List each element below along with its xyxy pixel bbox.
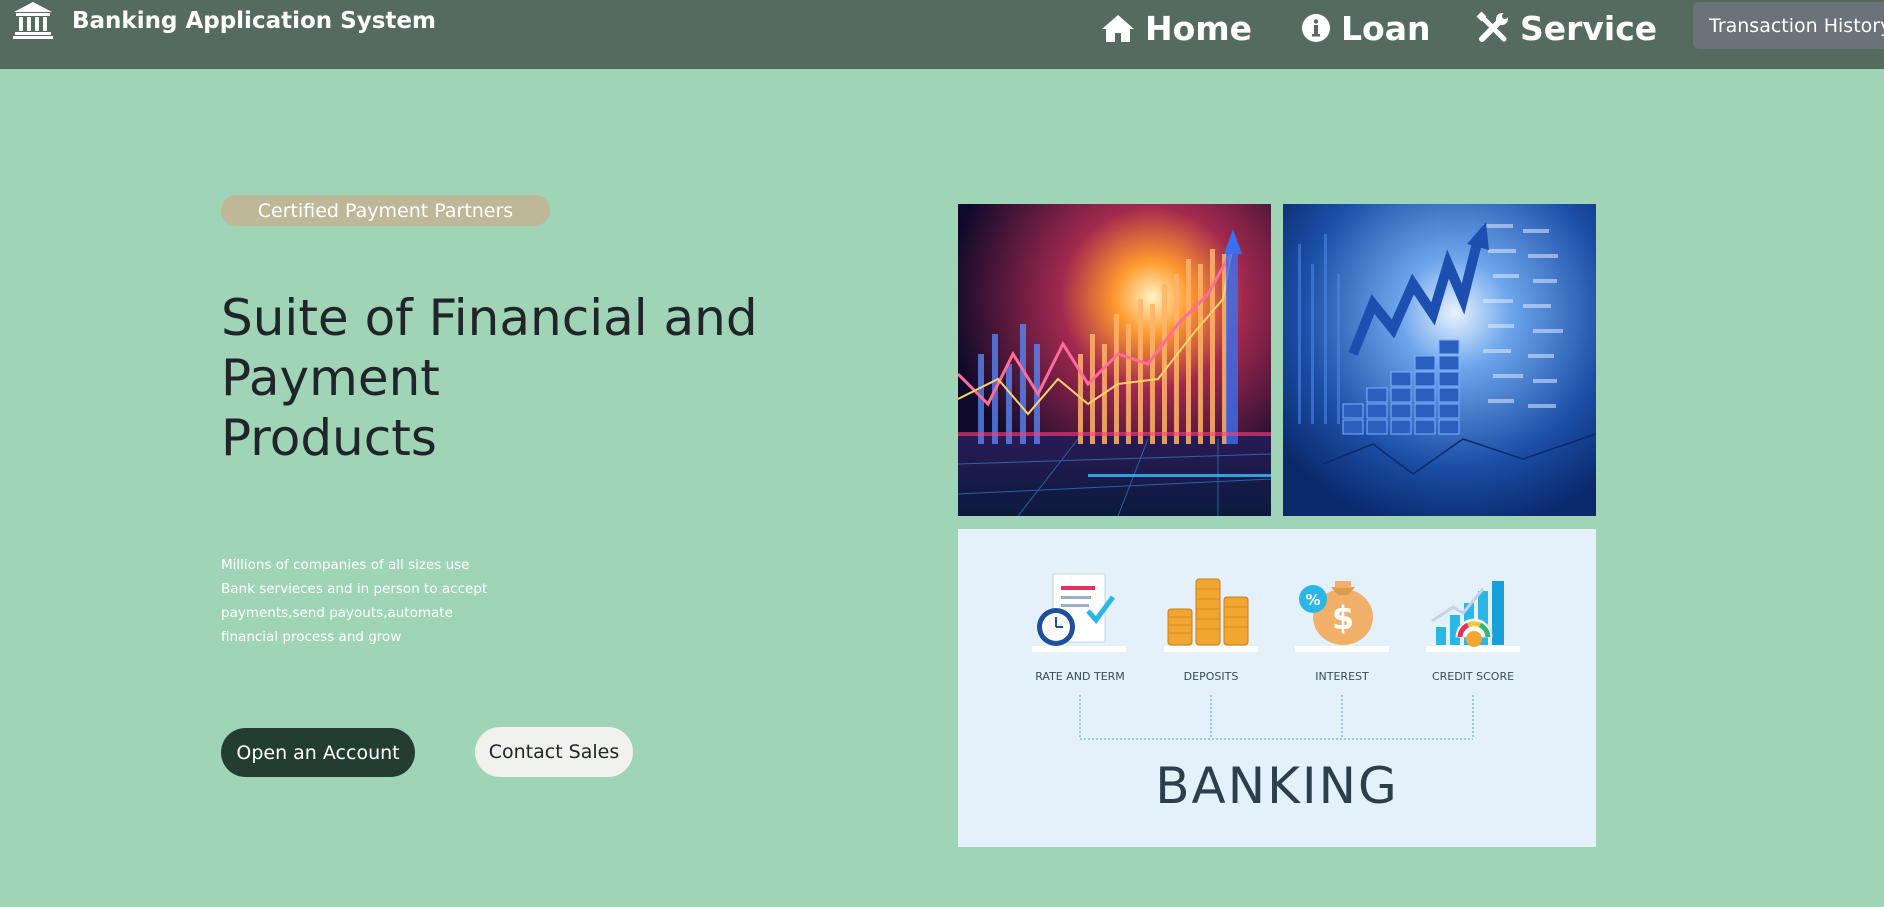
description-line: payments,send payouts,automate <box>221 605 453 621</box>
banking-title: BANKING <box>1155 757 1399 815</box>
banking-infographic: $ % RATE AND TERM DEPOSITS INTEREST CRED… <box>958 529 1596 847</box>
hero-title-line: Products <box>221 409 437 467</box>
certified-badge: Certified Payment Partners <box>221 195 550 226</box>
nav-loan-label: Loan <box>1341 8 1431 48</box>
svg-text:$: $ <box>1332 599 1354 637</box>
brand-name[interactable]: Banking Application System <box>72 8 436 34</box>
transaction-history-button[interactable]: Transaction History <box>1693 2 1884 49</box>
home-icon <box>1102 15 1134 42</box>
hero-title-line: Suite of Financial and <box>221 289 758 347</box>
svg-text:%: % <box>1305 591 1320 609</box>
open-account-button[interactable]: Open an Account <box>221 728 415 777</box>
hero-title-line: Payment <box>221 349 440 407</box>
contact-sales-button[interactable]: Contact Sales <box>475 727 633 777</box>
interest-icon: $ % <box>1299 581 1373 645</box>
tools-icon <box>1476 11 1508 42</box>
deposits-label: DEPOSITS <box>1183 670 1239 683</box>
interest-label: INTEREST <box>1315 670 1369 683</box>
bank-icon <box>13 2 53 39</box>
nav-service-label: Service <box>1520 8 1658 48</box>
hero-description: Millions of companies of all sizes use B… <box>221 553 521 649</box>
description-line: Millions of companies of all sizes use <box>221 557 470 573</box>
nav-home[interactable]: Home <box>1101 5 1252 51</box>
finance-chart-image <box>958 204 1271 516</box>
rate-term-label: RATE AND TERM <box>1035 670 1125 683</box>
navbar: Banking Application System Home Loan Ser… <box>0 0 1884 69</box>
nav-loan[interactable]: Loan <box>1301 5 1430 51</box>
info-icon <box>1302 14 1330 42</box>
hero-title: Suite of Financial and Payment Products <box>221 288 781 468</box>
description-line: financial process and grow <box>221 629 402 645</box>
credit-score-icon <box>1431 581 1504 647</box>
description-line: Bank servieces and in person to accept <box>221 581 488 597</box>
nav-home-label: Home <box>1145 8 1253 48</box>
stock-chart-image <box>1283 204 1596 516</box>
rate-term-icon <box>1037 573 1116 646</box>
nav-service[interactable]: Service <box>1476 5 1657 51</box>
credit-score-label: CREDIT SCORE <box>1431 670 1515 683</box>
